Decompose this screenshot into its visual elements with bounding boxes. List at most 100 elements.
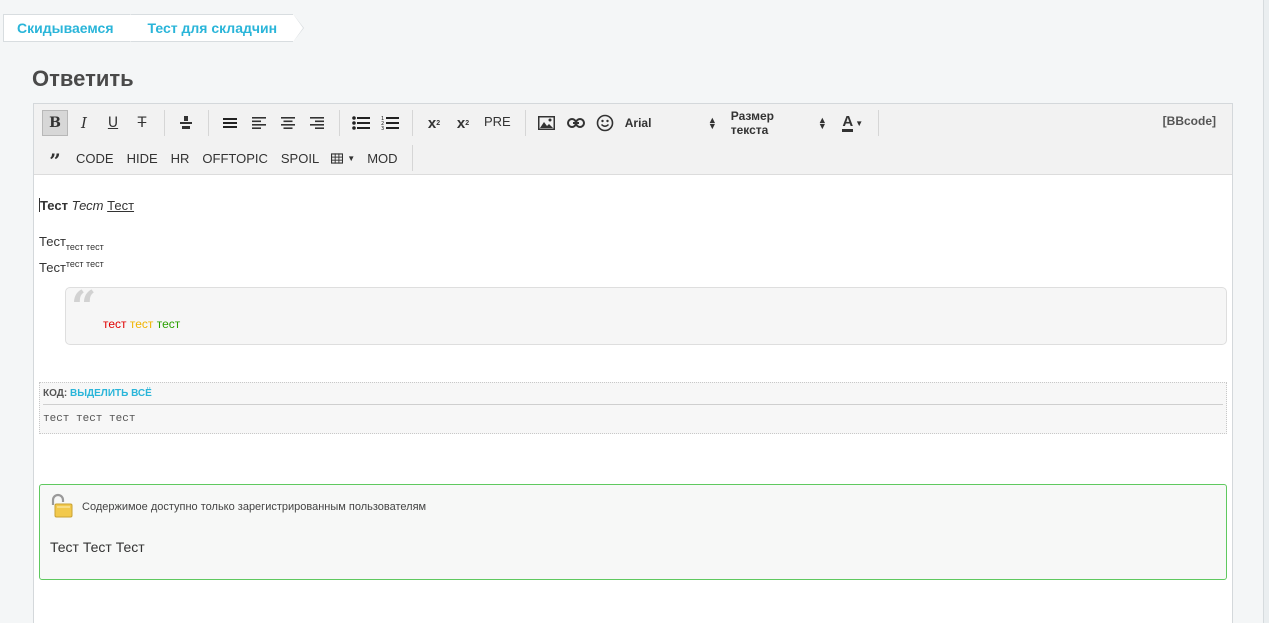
superscript-base-text: Тест <box>39 260 66 275</box>
subscript-button-label: x <box>427 114 437 132</box>
content-line-subscript: Тесттест тест <box>39 234 104 252</box>
code-body: тест тест тест <box>43 413 136 425</box>
toolbar-separator <box>164 110 165 136</box>
toolbar-separator <box>411 145 413 171</box>
smilies-button[interactable] <box>592 110 618 136</box>
spoiler-button[interactable]: SPOIL <box>276 145 324 171</box>
strikethrough-button-label: T <box>137 115 147 131</box>
font-select[interactable]: Arial ▲ ▼ <box>621 110 721 136</box>
toolbar-row-1: B I U T 1 2 3 x 2 x 2 PRE Arial ▲ ▼ Разм… <box>42 109 887 137</box>
subscript-text: тест тест <box>65 242 104 252</box>
bullet-list-button[interactable] <box>348 110 374 136</box>
quote-mark-icon: “ <box>71 282 97 333</box>
breadcrumb-item-2-label: Тест для складчин <box>147 20 278 36</box>
updown-icon: ▲ ▼ <box>707 115 717 131</box>
font-size-select-value: Размер текста <box>730 109 774 137</box>
image-button[interactable] <box>534 110 560 136</box>
align-right-icon <box>310 117 324 129</box>
subscript-button-mark: 2 <box>436 119 441 127</box>
toolbar-separator <box>208 110 209 136</box>
quote-block: “ тест тест тест <box>65 282 1227 345</box>
toolbar-separator <box>524 110 526 136</box>
code-button[interactable]: CODE <box>71 145 119 171</box>
hidden-content-notice: Содержимое доступно только зарегистриров… <box>82 501 427 513</box>
numbered-list-button[interactable]: 1 2 3 <box>377 110 403 136</box>
toolbar-row-2: ” CODE HIDE HR OFFTOPIC SPOIL ▼ MOD <box>42 144 421 173</box>
justify-button[interactable] <box>217 110 243 136</box>
superscript-button[interactable]: x2 <box>450 110 476 136</box>
align-center-button[interactable] <box>275 110 301 136</box>
hr-button[interactable]: HR <box>166 145 195 171</box>
code-label: КОД: <box>43 388 68 399</box>
quote-text-green: тест <box>156 317 181 331</box>
font-select-value: Arial <box>624 116 652 130</box>
unlock-icon <box>51 493 73 518</box>
quote-text-red: тест <box>103 317 127 331</box>
underline-button[interactable]: U <box>100 110 126 136</box>
pre-button-label: PRE <box>484 113 511 129</box>
content-line-formatting: Тест Тест Тест <box>39 198 134 213</box>
bold-text: Тест <box>40 198 68 213</box>
underline-text: Тест <box>107 198 135 213</box>
updown-icon: ▲ ▼ <box>817 115 827 131</box>
breadcrumb-item-2[interactable]: Тест для складчин <box>129 14 304 42</box>
toolbar-separator <box>877 110 879 136</box>
dropdown-arrow-icon: ▼ <box>347 153 356 163</box>
align-left-button[interactable] <box>246 110 272 136</box>
editor: B I U T 1 2 3 x 2 x 2 PRE Arial ▲ ▼ Разм… <box>33 103 1233 623</box>
hidden-content-text: Тест Тест Тест <box>50 539 145 555</box>
italic-text: Тест <box>71 198 104 213</box>
code-block-header: КОД: ВЫДЕЛИТЬ ВСЁ <box>43 388 1223 405</box>
page: Скидываемся Тест для складчин Ответить B… <box>0 0 1264 623</box>
quote-text-yellow: тест <box>129 317 154 331</box>
table-button[interactable]: ▼ <box>327 145 359 171</box>
text-color-button-label: A <box>842 112 854 132</box>
code-block: КОД: ВЫДЕЛИТЬ ВСЁ тест тест тест <box>39 382 1227 434</box>
link-icon <box>566 118 585 128</box>
hide-button[interactable]: HIDE <box>122 145 163 171</box>
page-title: Ответить <box>32 66 134 91</box>
breadcrumb: Скидываемся Тест для складчин <box>3 14 304 42</box>
image-icon <box>538 116 556 130</box>
subscript-base-text: Тест <box>39 234 66 249</box>
quote-button[interactable]: ” <box>42 145 68 173</box>
dropdown-arrow-icon: ▼ <box>855 118 864 128</box>
numbered-list-icon: 1 2 3 <box>381 116 399 131</box>
quote-icon: ” <box>49 149 61 173</box>
content-line-superscript: Тесттест тест <box>39 259 104 275</box>
smiley-icon <box>596 114 614 132</box>
table-icon <box>331 152 344 164</box>
quote-text: тест тест тест <box>103 317 180 331</box>
align-justify-icon <box>223 118 237 128</box>
text-color-button[interactable]: A ▼ <box>837 110 869 136</box>
toolbar-separator <box>339 110 340 136</box>
svg-text:3: 3 <box>381 126 384 131</box>
pre-button[interactable]: PRE <box>479 108 516 134</box>
italic-button-label: I <box>81 114 87 132</box>
superscript-button-label: x <box>456 114 466 132</box>
horizontal-line-button[interactable] <box>173 110 199 136</box>
toolbar-separator <box>412 110 413 136</box>
breadcrumb-item-1-label: Скидываемся <box>17 20 114 36</box>
editor-content[interactable]: Тест Тест Тест Тесттест тест Тесттест те… <box>34 176 1232 623</box>
bullet-list-icon <box>352 116 370 130</box>
align-center-icon <box>281 117 295 129</box>
superscript-button-mark: 2 <box>465 119 470 127</box>
horizontal-line-icon <box>180 116 192 129</box>
align-right-button[interactable] <box>304 110 330 136</box>
italic-button[interactable]: I <box>71 110 97 136</box>
subscript-button[interactable]: x2 <box>421 110 447 136</box>
align-left-icon <box>252 117 266 129</box>
bbcode-toggle-button[interactable]: [BBcode] <box>1163 114 1216 128</box>
link-button[interactable] <box>563 110 589 136</box>
breadcrumb-item-1[interactable]: Скидываемся <box>3 14 140 42</box>
font-size-select[interactable]: Размер текста ▲ ▼ <box>727 109 831 137</box>
bold-button[interactable]: B <box>42 110 68 136</box>
hidden-content-block: Содержимое доступно только зарегистриров… <box>39 484 1227 580</box>
underline-button-label: U <box>107 115 119 131</box>
mod-button[interactable]: MOD <box>362 145 402 171</box>
editor-toolbar: B I U T 1 2 3 x 2 x 2 PRE Arial ▲ ▼ Разм… <box>34 104 1232 175</box>
strikethrough-button[interactable]: T <box>129 110 155 136</box>
select-all-link[interactable]: ВЫДЕЛИТЬ ВСЁ <box>70 388 152 399</box>
offtopic-button[interactable]: OFFTOPIC <box>197 145 272 171</box>
